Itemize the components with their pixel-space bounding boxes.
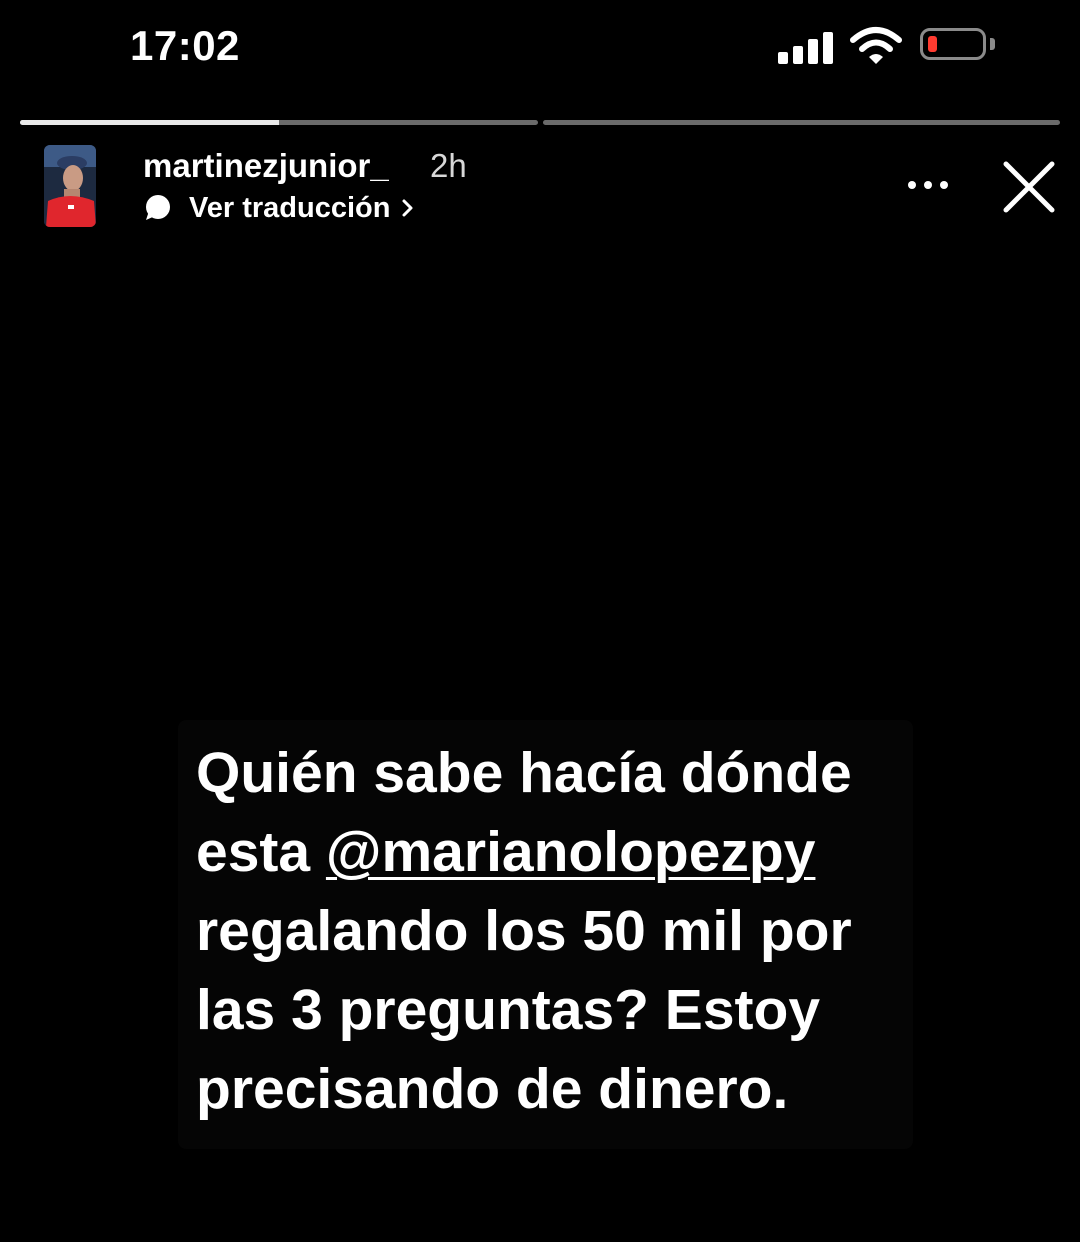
more-options-icon[interactable]	[905, 172, 951, 198]
battery-cap	[990, 38, 995, 50]
caption-line-2: esta @marianolopezpy	[196, 813, 913, 892]
caption-line-4: las 3 preguntas? Estoy	[196, 978, 821, 1042]
avatar-photo	[44, 145, 96, 227]
story-progress-fill-1	[20, 120, 279, 125]
avatar[interactable]	[44, 145, 96, 227]
caption-line-5: precisando de dinero.	[196, 1057, 789, 1121]
cellular-signal-icon	[778, 30, 834, 64]
post-time: 2h	[430, 147, 467, 184]
battery-level	[928, 36, 937, 52]
caption-line-2-text: esta	[196, 820, 326, 884]
see-translation-button[interactable]: Ver traducción	[143, 190, 416, 226]
story-progress-segment-2	[543, 120, 1060, 125]
status-time: 17:02	[130, 22, 240, 69]
caption-line-1: Quién sabe hacía dónde	[196, 741, 852, 805]
see-translation-label: Ver traducción	[189, 191, 391, 224]
story-caption: Quién sabe hacía dónde esta @marianolope…	[178, 720, 913, 1149]
chevron-right-icon	[402, 199, 413, 217]
wifi-icon	[850, 27, 902, 64]
caption-line-3: regalando los 50 mil por	[196, 899, 852, 963]
username[interactable]: martinezjunior_	[143, 147, 389, 185]
chat-bubble-icon	[146, 195, 170, 220]
close-icon[interactable]	[1000, 158, 1058, 216]
user-mention-link[interactable]: @marianolopezpy	[326, 820, 816, 884]
battery-low-icon	[920, 28, 986, 60]
story-progress-segment-1	[20, 120, 538, 125]
